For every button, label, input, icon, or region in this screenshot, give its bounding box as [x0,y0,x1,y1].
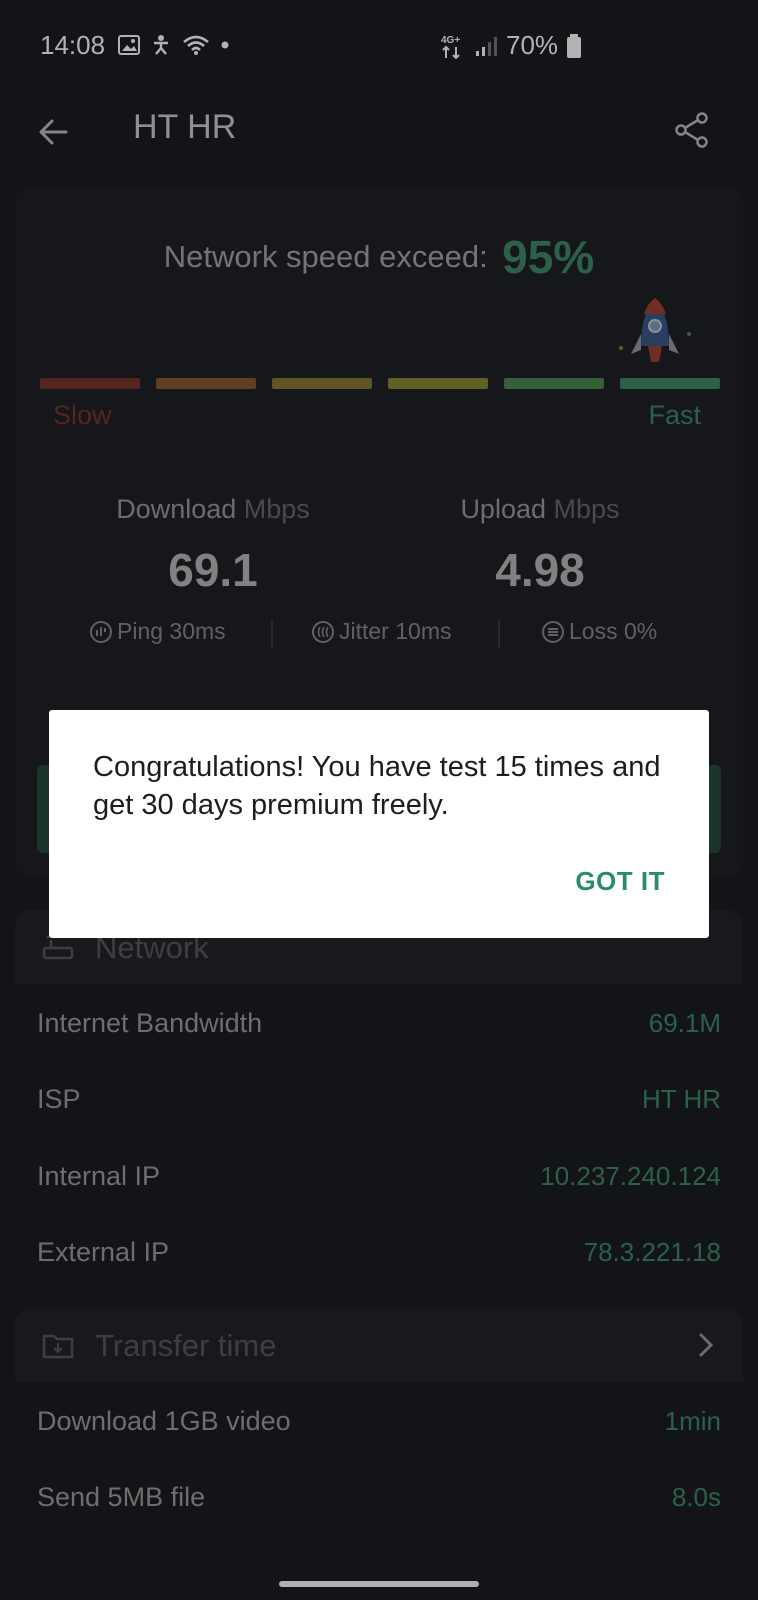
home-indicator[interactable] [279,1581,479,1587]
got-it-button[interactable]: GOT IT [575,866,665,897]
dialog-message: Congratulations! You have test 15 times … [93,751,661,821]
premium-dialog: Congratulations! You have test 15 times … [49,710,709,938]
